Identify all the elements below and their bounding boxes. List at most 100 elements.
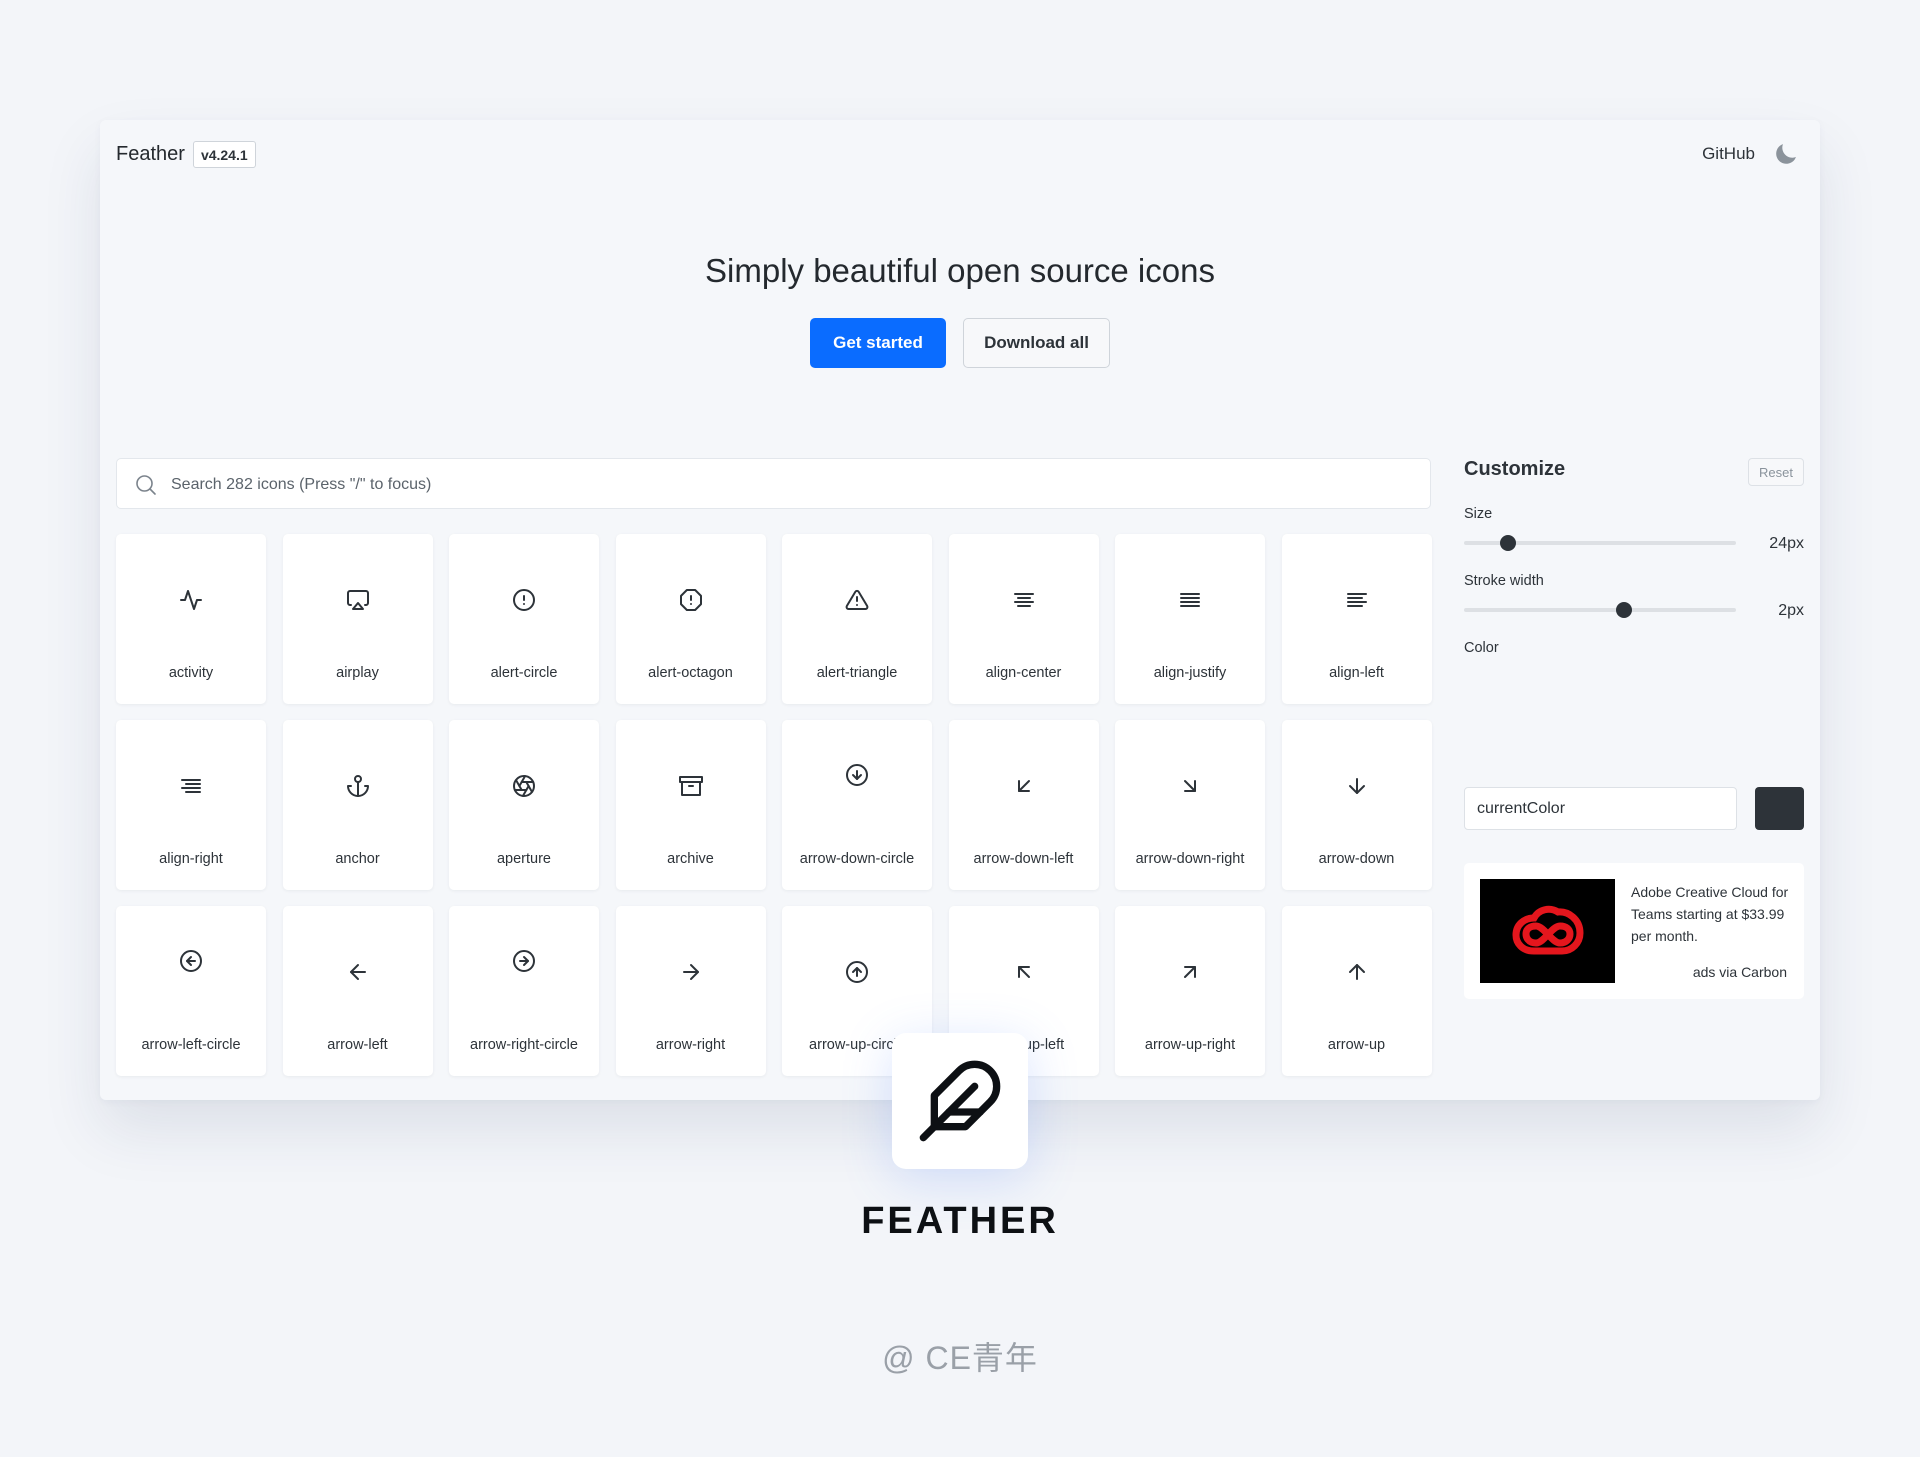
app-window: Feather v4.24.1 GitHub Simply beautiful …: [100, 120, 1820, 1100]
icon-tile-arrow-right-circle[interactable]: arrow-right-circle: [449, 906, 599, 1076]
icon-tile-activity[interactable]: activity: [116, 534, 266, 704]
size-slider-thumb[interactable]: [1499, 535, 1516, 551]
airplay-icon: [346, 590, 369, 610]
ads-via-carbon[interactable]: ads via Carbon: [1693, 964, 1787, 980]
reset-button[interactable]: Reset: [1748, 458, 1804, 486]
arrow-down-circle-icon: [846, 764, 868, 786]
icon-tile-arrow-left-circle[interactable]: arrow-left-circle: [116, 906, 266, 1076]
moon-icon[interactable]: [1772, 140, 1800, 168]
icon-tile-align-center[interactable]: align-center: [948, 534, 1099, 704]
icon-tile-label: alert-circle: [490, 665, 558, 681]
arrow-right-circle-icon: [513, 950, 535, 972]
icon-tile-aperture[interactable]: aperture: [449, 720, 599, 890]
customize-title: Customize: [1464, 458, 1566, 480]
icon-tile-arrow-down-left[interactable]: arrow-down-left: [948, 720, 1099, 890]
anchor-icon: [346, 775, 369, 797]
feather-logo-badge: [892, 1033, 1028, 1169]
credit-watermark: @ CE青年: [882, 1340, 1038, 1376]
color-swatch[interactable]: [1755, 787, 1804, 830]
arrow-left-icon: [349, 964, 366, 980]
arrow-up-circle-icon: [846, 961, 868, 983]
alert-circle-icon: [513, 589, 535, 611]
align-justify-icon: [1180, 593, 1200, 607]
arrow-right-icon: [682, 964, 699, 980]
alert-triangle-icon: [845, 589, 869, 610]
icon-tile-arrow-down-circle[interactable]: arrow-down-circle: [782, 720, 932, 890]
icon-tile-alert-octagon[interactable]: alert-octagon: [615, 534, 766, 704]
hero-title: Simply beautiful open source icons: [705, 252, 1215, 289]
align-left-icon: [1346, 593, 1367, 607]
icon-tile-label: arrow-down: [1318, 851, 1395, 867]
search-icon: [136, 475, 156, 495]
icon-tile-align-right[interactable]: align-right: [116, 720, 266, 890]
icon-tile-label: anchor: [335, 851, 380, 867]
search-input[interactable]: [169, 459, 1373, 510]
icon-tile-label: arrow-up-right: [1144, 1037, 1236, 1053]
aperture-icon: [513, 775, 535, 797]
ad-text[interactable]: Adobe Creative Cloud for Teams starting …: [1631, 881, 1791, 947]
icon-tile-arrow-left[interactable]: arrow-left: [282, 906, 433, 1076]
search-bar: [116, 458, 1431, 510]
icon-tile-label: arrow-up: [1327, 1037, 1386, 1053]
stroke-slider-track: [1464, 608, 1736, 612]
arrow-down-icon: [1348, 778, 1365, 794]
icon-tile-alert-triangle[interactable]: alert-triangle: [782, 534, 932, 704]
size-value: 24px: [1769, 535, 1804, 552]
brand: Feather v4.24.1: [116, 141, 256, 168]
icon-tile-label: arrow-down-circle: [799, 851, 915, 867]
icon-tile-label: arrow-down-left: [973, 851, 1074, 867]
icon-tile-label: arrow-down-right: [1135, 851, 1245, 867]
size-slider[interactable]: [1464, 533, 1736, 553]
icon-tile-label: arrow-left-circle: [141, 1037, 241, 1053]
align-right-icon: [181, 779, 201, 793]
align-center-icon: [1013, 593, 1034, 607]
carbon-ad[interactable]: Adobe Creative Cloud for Teams starting …: [1464, 863, 1804, 999]
stroke-width-label: Stroke width: [1464, 573, 1544, 589]
icon-tile-arrow-up[interactable]: arrow-up: [1281, 906, 1432, 1076]
color-input[interactable]: [1464, 787, 1737, 830]
icon-tile-anchor[interactable]: anchor: [282, 720, 433, 890]
icon-tile-align-justify[interactable]: align-justify: [1115, 534, 1265, 704]
icon-grid: activity airplay alert-circle alert-octagon…: [116, 534, 1434, 1076]
stroke-slider-thumb[interactable]: [1616, 602, 1633, 618]
icon-tile-airplay[interactable]: airplay: [282, 534, 433, 704]
icon-tile-label: airplay: [336, 665, 379, 681]
alert-octagon-icon: [679, 589, 702, 611]
feather-icon: [919, 1060, 1001, 1142]
icon-tile-arrow-right[interactable]: arrow-right: [615, 906, 766, 1076]
feather-title: FEATHER: [861, 1200, 1059, 1242]
icon-tile-label: archive: [667, 851, 714, 867]
icon-tile-label: arrow-right: [655, 1037, 726, 1053]
github-link[interactable]: GitHub: [1702, 144, 1755, 164]
arrow-up-right-icon: [1184, 966, 1196, 978]
icon-tile-label: arrow-left: [327, 1037, 388, 1053]
icon-tile-align-left[interactable]: align-left: [1281, 534, 1432, 704]
size-label: Size: [1464, 506, 1493, 522]
version-badge: v4.24.1: [192, 141, 256, 168]
arrow-left-circle-icon: [180, 950, 202, 972]
brand-name[interactable]: Feather: [116, 143, 185, 166]
arrow-up-icon: [1348, 964, 1365, 980]
icon-tile-label: align-justify: [1153, 665, 1227, 681]
color-label: Color: [1464, 640, 1499, 656]
icon-tile-arrow-down[interactable]: arrow-down: [1281, 720, 1432, 890]
archive-icon: [678, 776, 703, 796]
get-started-button[interactable]: Get started: [810, 318, 946, 368]
icon-tile-label: align-center: [985, 665, 1062, 681]
icon-tile-arrow-down-right[interactable]: arrow-down-right: [1115, 720, 1265, 890]
icon-tile-arrow-up-right[interactable]: arrow-up-right: [1115, 906, 1265, 1076]
arrow-down-left-icon: [1017, 780, 1030, 792]
activity-icon: [180, 590, 202, 610]
creative-cloud-logo[interactable]: [1480, 879, 1615, 983]
icon-tile-label: aperture: [496, 851, 551, 867]
icon-tile-label: alert-triangle: [816, 665, 898, 681]
icon-tile-label: align-right: [159, 851, 223, 867]
icon-tile-label: alert-octagon: [648, 665, 733, 681]
stroke-width-value: 2px: [1778, 602, 1804, 619]
icon-tile-alert-circle[interactable]: alert-circle: [449, 534, 599, 704]
icon-tile-label: align-left: [1329, 665, 1384, 681]
icon-tile-label: activity: [168, 665, 214, 681]
icon-tile-archive[interactable]: archive: [615, 720, 766, 890]
download-all-button[interactable]: Download all: [963, 318, 1110, 368]
stroke-width-slider[interactable]: [1464, 600, 1736, 620]
